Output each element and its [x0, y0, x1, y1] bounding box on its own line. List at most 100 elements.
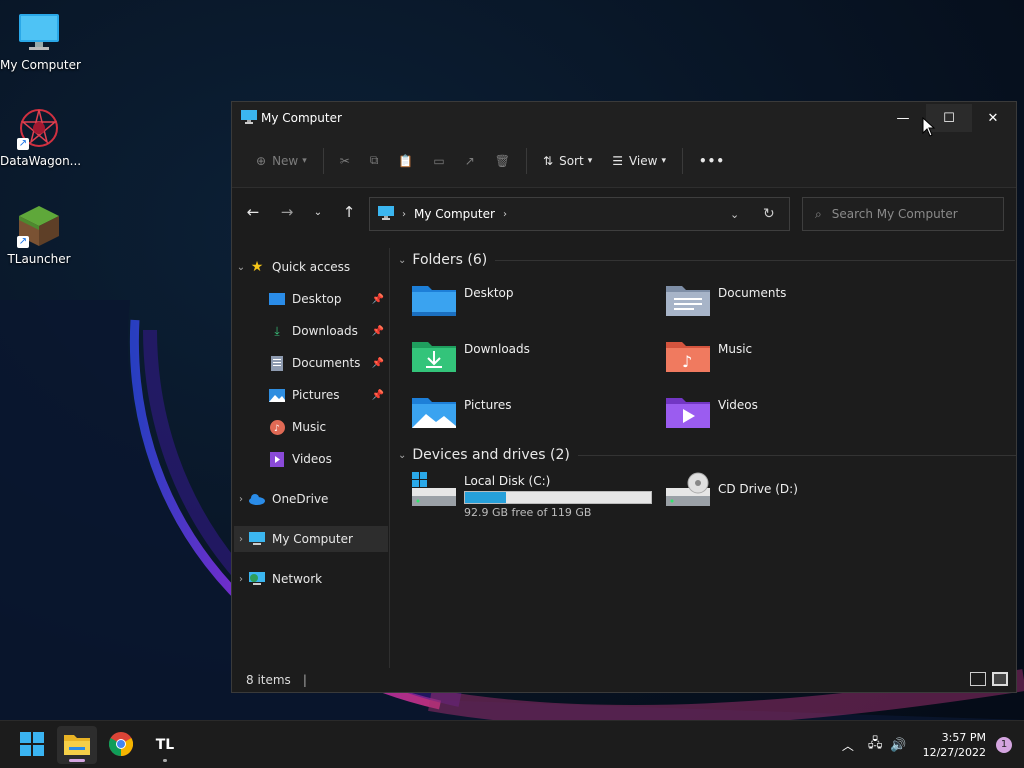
- tlauncher-taskbar-button[interactable]: TL: [145, 726, 185, 764]
- recent-locations-button[interactable]: ⌄: [304, 197, 332, 227]
- monitor-icon: [248, 531, 266, 547]
- sidebar-item-downloads[interactable]: ⤓ Downloads 📌: [234, 318, 388, 344]
- desktop-icon-tlauncher[interactable]: ↗ TLauncher: [0, 204, 78, 266]
- sidebar-item-label: Quick access: [272, 260, 351, 274]
- toolbar-divider: [322, 147, 324, 174]
- drive-tile-c[interactable]: Local Disk (C:) 92.9 GB free of 119 GB: [412, 472, 662, 522]
- breadcrumb-my-computer[interactable]: My Computer: [414, 207, 495, 221]
- back-button[interactable]: ←: [236, 197, 270, 227]
- chrome-taskbar-button[interactable]: [101, 726, 141, 764]
- system-tray: ︿ 🖧 🔊 3:57 PM 12/27/2022 1: [842, 721, 1024, 768]
- download-icon: ⤓: [274, 323, 280, 338]
- large-icons-view-button[interactable]: [992, 672, 1008, 686]
- folder-tile-music[interactable]: ♪ Music: [666, 338, 916, 386]
- view-button[interactable]: ☰ View ▾: [602, 145, 676, 177]
- desktop-icon-my-computer[interactable]: My Computer: [0, 10, 81, 72]
- sidebar-item-music[interactable]: ♪ Music: [234, 414, 388, 440]
- search-icon: ⌕: [815, 206, 822, 221]
- sidebar-item-network[interactable]: › Network: [234, 566, 388, 592]
- details-view-button[interactable]: [970, 672, 986, 686]
- sidebar-item-desktop[interactable]: Desktop 📌: [234, 286, 388, 312]
- rename-button[interactable]: ▭: [423, 145, 454, 177]
- music-icon: ♪: [268, 419, 286, 435]
- share-icon: ↗: [464, 153, 475, 168]
- sidebar-item-quick-access[interactable]: ⌄ ★ Quick access: [234, 254, 388, 280]
- folder-name: Desktop: [464, 286, 514, 300]
- monitor-icon: [241, 109, 257, 127]
- search-placeholder: Search My Computer: [831, 207, 958, 221]
- forward-button[interactable]: →: [270, 197, 304, 227]
- paste-button[interactable]: 📋: [388, 145, 423, 177]
- pin-icon: 📌: [371, 325, 384, 337]
- svg-text:♪: ♪: [682, 352, 692, 371]
- sidebar-item-videos[interactable]: Videos: [234, 446, 388, 472]
- notification-badge[interactable]: 1: [996, 737, 1012, 753]
- pictures-folder-icon: [412, 394, 458, 430]
- folder-tile-desktop[interactable]: Desktop: [412, 282, 662, 330]
- clock-date: 12/27/2022: [922, 746, 986, 759]
- new-button[interactable]: ⊕ New ▾: [246, 145, 317, 177]
- items-count: 8 items: [246, 673, 291, 687]
- show-hidden-icons-button[interactable]: ︿: [842, 737, 854, 754]
- trash-icon: 🗑: [494, 153, 511, 168]
- more-options-button[interactable]: •••: [689, 145, 735, 177]
- pin-icon: 📌: [371, 389, 384, 401]
- close-button[interactable]: ✕: [970, 104, 1016, 132]
- sort-button[interactable]: ⇅ Sort ▾: [533, 145, 602, 177]
- folders-group-header[interactable]: ⌄ Folders (6): [398, 252, 1016, 268]
- drive-tile-d[interactable]: CD Drive (D:): [666, 472, 916, 520]
- pin-icon: 📌: [371, 293, 384, 305]
- sidebar-item-onedrive[interactable]: › OneDrive: [234, 486, 388, 512]
- folder-tile-documents[interactable]: Documents: [666, 282, 916, 330]
- tlauncher-icon: TL: [155, 737, 175, 753]
- sidebar-item-label: Documents: [292, 356, 361, 370]
- drive-free-space: 92.9 GB free of 119 GB: [464, 506, 592, 519]
- group-divider: [495, 259, 1016, 261]
- address-bar[interactable]: › My Computer › ⌄ ↻: [369, 197, 790, 231]
- active-indicator: [69, 759, 85, 762]
- volume-icon[interactable]: 🔊: [890, 738, 906, 753]
- clock[interactable]: 3:57 PM 12/27/2022: [923, 730, 986, 760]
- up-button[interactable]: ↑: [332, 197, 366, 227]
- chevron-down-icon: ▾: [661, 155, 666, 166]
- chrome-icon: [108, 731, 134, 759]
- arrow-right-icon: →: [280, 203, 294, 221]
- share-button[interactable]: ↗: [455, 145, 485, 177]
- star-icon: ★: [250, 259, 264, 275]
- delete-button[interactable]: 🗑: [485, 145, 520, 177]
- chevron-down-icon: ⌄: [236, 261, 246, 273]
- sidebar-item-documents[interactable]: Documents 📌: [234, 350, 388, 376]
- status-divider: |: [302, 673, 307, 687]
- cut-button[interactable]: ✂: [330, 145, 360, 177]
- refresh-button[interactable]: ↻: [763, 206, 775, 222]
- hard-drive-icon: [412, 472, 458, 508]
- toolbar-divider: [526, 147, 528, 174]
- drive-usage-bar: [464, 491, 652, 504]
- minimize-button[interactable]: —: [880, 104, 926, 132]
- arrow-up-icon: ↑: [342, 203, 356, 221]
- folder-name: Downloads: [464, 342, 530, 356]
- drives-group-header[interactable]: ⌄ Devices and drives (2): [398, 447, 1016, 463]
- folder-tile-videos[interactable]: Videos: [666, 394, 916, 442]
- datawagon-icon: ↗: [17, 106, 61, 150]
- svg-text:♪: ♪: [274, 424, 280, 434]
- cd-drive-icon: [666, 472, 712, 508]
- address-dropdown-button[interactable]: ⌄: [730, 208, 739, 221]
- folder-name: Documents: [718, 286, 787, 300]
- chevron-right-icon: ›: [239, 533, 243, 545]
- folder-tile-pictures[interactable]: Pictures: [412, 394, 662, 442]
- copy-button[interactable]: ⧉: [360, 145, 389, 177]
- drive-info: Local Disk (C:) 92.9 GB free of 119 GB: [464, 472, 652, 519]
- sidebar-item-my-computer[interactable]: › My Computer: [234, 526, 388, 552]
- folder-tile-downloads[interactable]: Downloads: [412, 338, 662, 386]
- window-title: My Computer: [261, 111, 342, 125]
- start-button[interactable]: [12, 726, 52, 764]
- group-title: Folders (6): [412, 252, 488, 268]
- network-tray-icon[interactable]: 🖧: [868, 734, 883, 756]
- sidebar-item-pictures[interactable]: Pictures 📌: [234, 382, 388, 408]
- file-explorer-taskbar-button[interactable]: [57, 726, 97, 764]
- search-box[interactable]: ⌕ Search My Computer: [802, 197, 1004, 231]
- desktop-icon-label: DataWagon...: [0, 154, 82, 168]
- desktop-icon-datawagon[interactable]: ↗ DataWagon...: [0, 106, 82, 168]
- group-title: Devices and drives (2): [412, 447, 570, 463]
